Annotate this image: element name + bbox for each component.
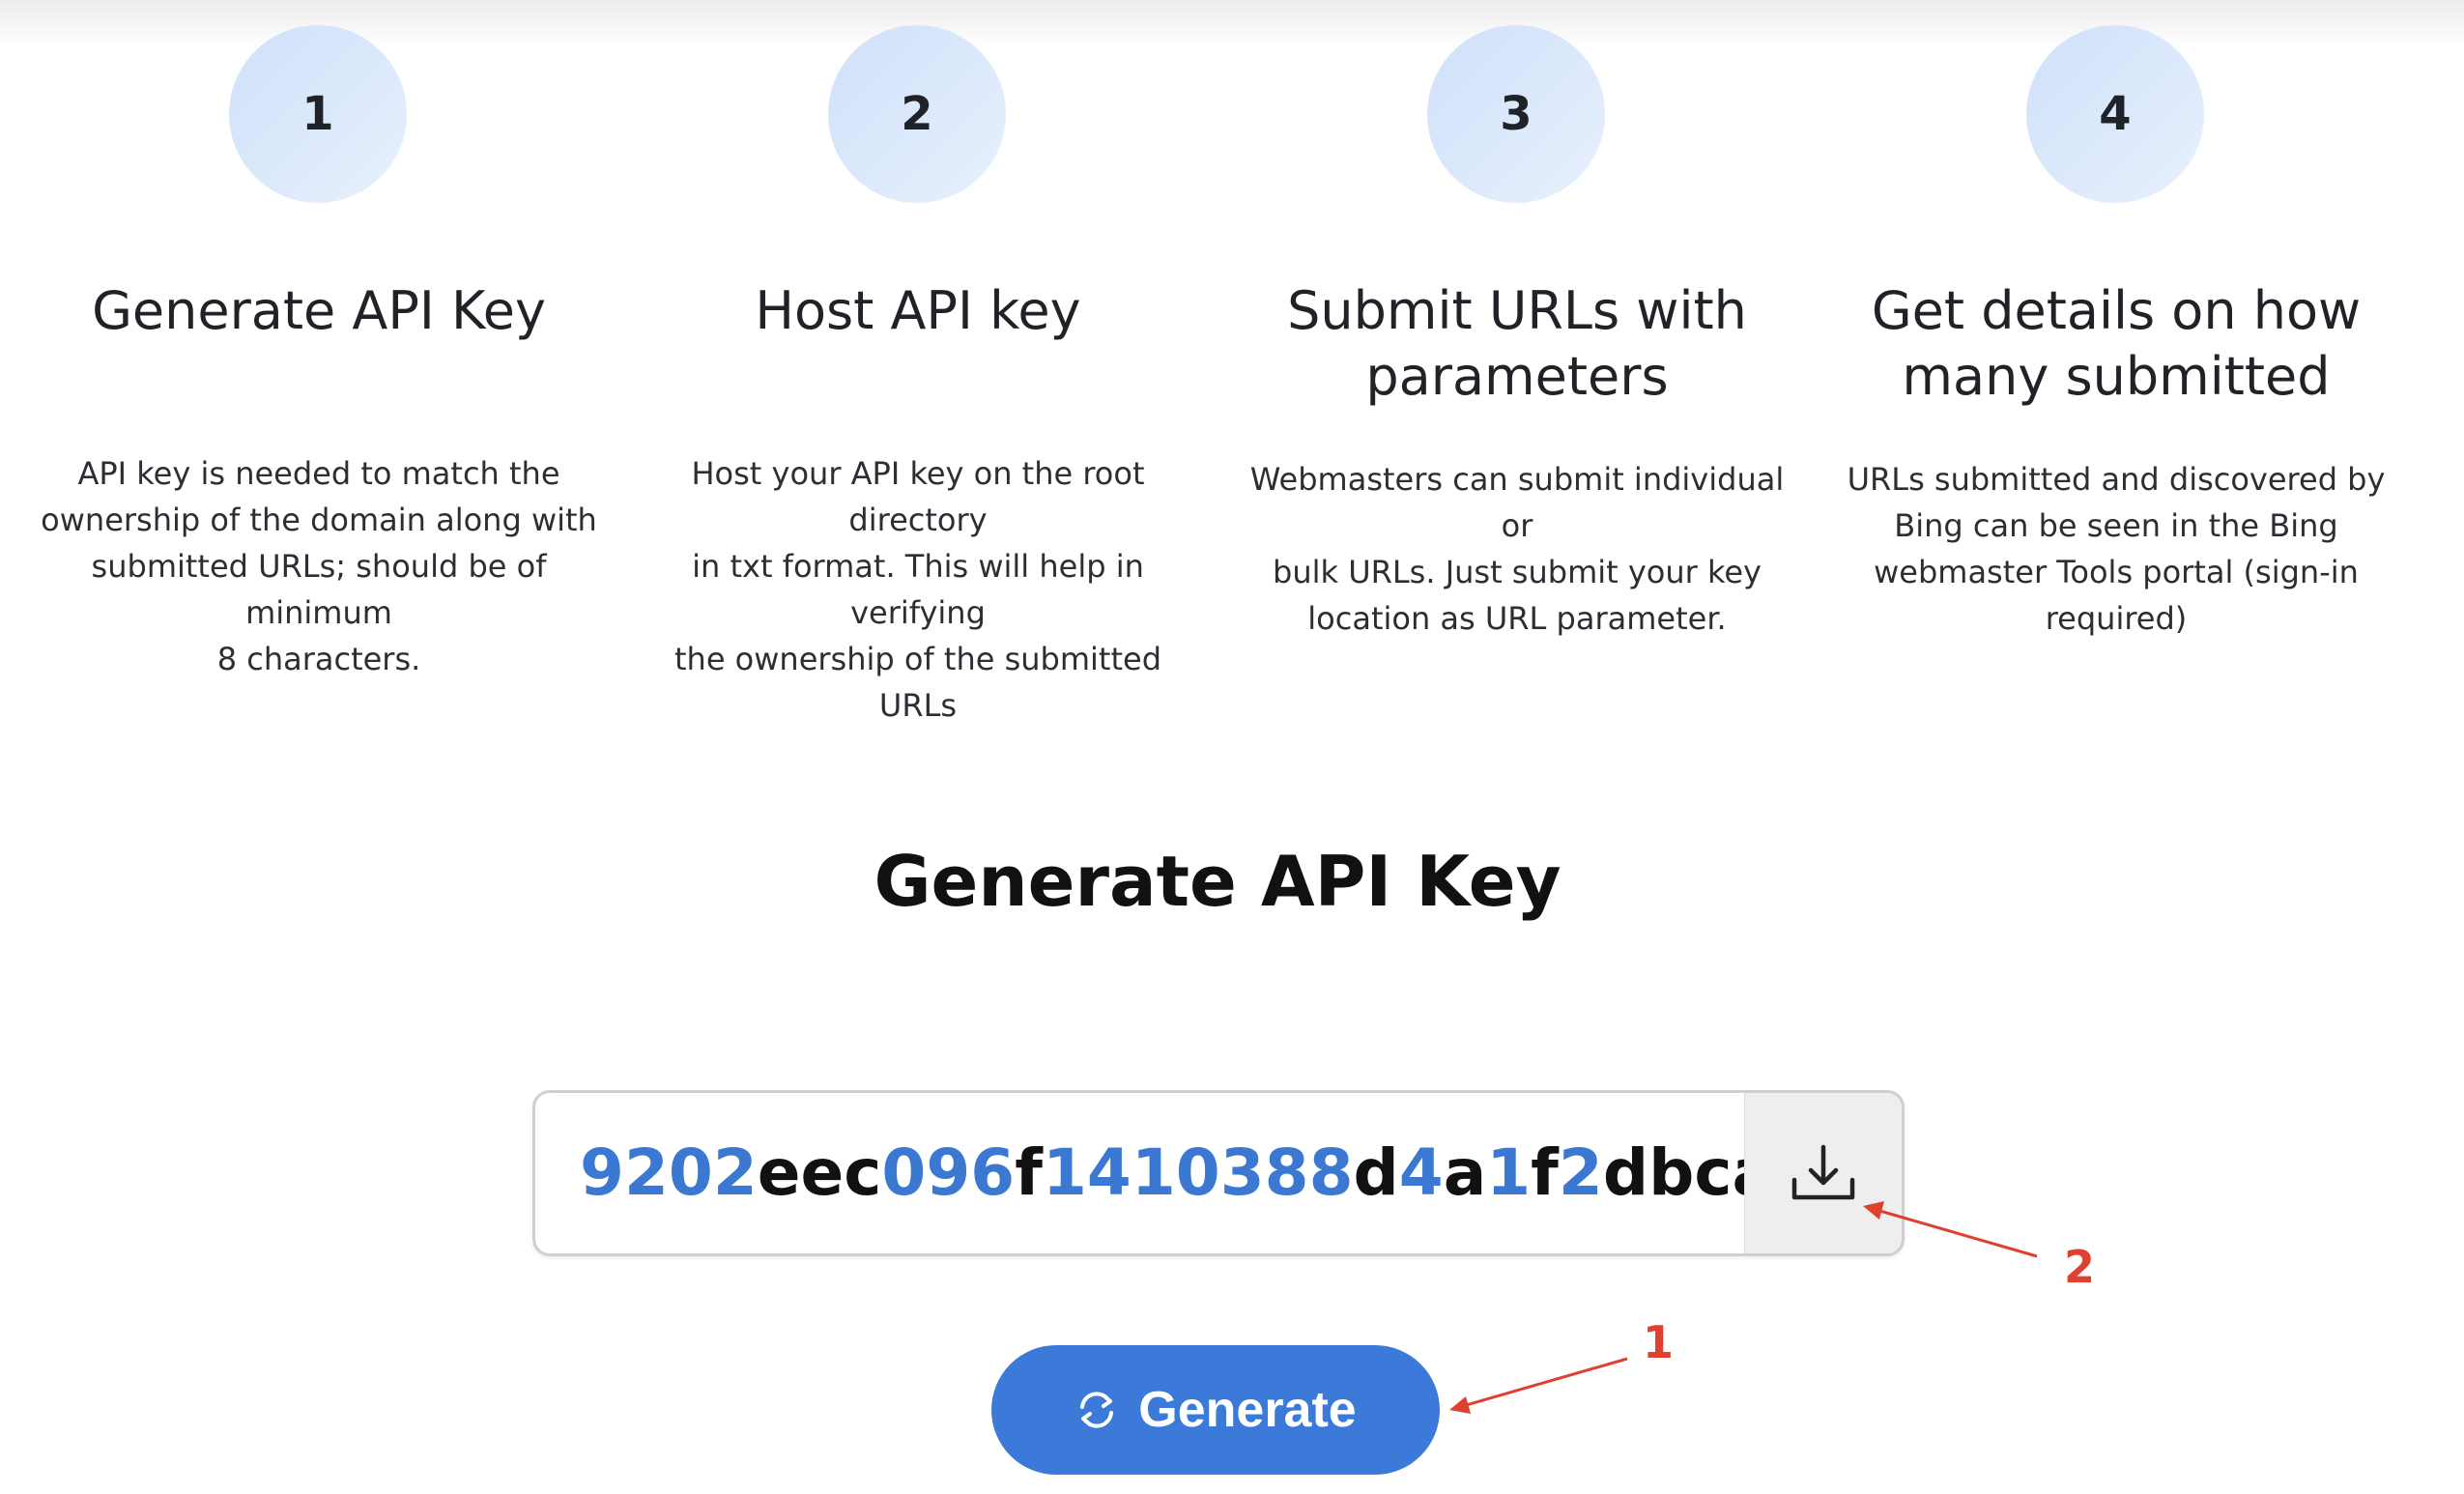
api-key-char: 4 bbox=[1398, 1135, 1444, 1210]
step-description-line: bulk URLs. Just submit your key bbox=[1273, 554, 1762, 590]
step-title-line: Host API key bbox=[755, 280, 1081, 341]
step-description-line: required) bbox=[2045, 600, 2188, 637]
api-key-char: 0 bbox=[1175, 1135, 1220, 1210]
step-title-line: many submitted bbox=[1902, 346, 2331, 407]
api-key-char: 8 bbox=[1264, 1135, 1309, 1210]
step-title: Host API key bbox=[618, 278, 1218, 344]
step-description: Host your API key on the root directory … bbox=[638, 450, 1198, 729]
step-number: 1 bbox=[301, 87, 334, 141]
api-key-char: 2 bbox=[1558, 1135, 1603, 1210]
step-description: Webmasters can submit individual or bulk… bbox=[1237, 456, 1797, 642]
api-key-char: 9 bbox=[580, 1135, 624, 1210]
api-key-char: 3 bbox=[1219, 1135, 1265, 1210]
step-title-line: Generate API Key bbox=[92, 280, 546, 341]
annotation-label-2: 2 bbox=[2064, 1241, 2096, 1293]
step-description-line: Webmasters can submit individual or bbox=[1249, 461, 1785, 544]
api-key-char: f bbox=[1015, 1135, 1043, 1210]
api-key-char: 2 bbox=[712, 1135, 758, 1210]
step-number: 4 bbox=[2099, 87, 2132, 141]
step-title: Get details on how many submitted bbox=[1817, 278, 2416, 410]
step-description-line: ownership of the domain along with bbox=[41, 502, 597, 538]
step-description-line: 8 characters. bbox=[216, 641, 421, 677]
step-title-line: Get details on how bbox=[1871, 280, 2362, 341]
step-description: API key is needed to match the ownership… bbox=[39, 450, 599, 682]
step-number-circle: 1 bbox=[229, 25, 407, 203]
api-key-char: 1 bbox=[1042, 1135, 1087, 1210]
step-description-line: webmaster Tools portal (sign-in bbox=[1874, 554, 2359, 590]
step-description-line: Bing can be seen in the Bing bbox=[1894, 507, 2338, 544]
api-key-char: 2 bbox=[623, 1135, 669, 1210]
step-title: Generate API Key bbox=[19, 278, 618, 344]
step-description: URLs submitted and discovered by Bing ca… bbox=[1836, 456, 2396, 642]
step-number-circle: 3 bbox=[1427, 25, 1605, 203]
step-description-line: submitted URLs; should be of minimum bbox=[91, 548, 547, 631]
api-key-char: c bbox=[1694, 1135, 1733, 1210]
step-description-line: the ownership of the submitted URLs bbox=[673, 641, 1161, 724]
api-key-field[interactable]: 9202eec096f1410388d4a1f2dbca2b9c bbox=[532, 1090, 1905, 1256]
step-description-line: location as URL parameter. bbox=[1307, 600, 1727, 637]
download-button[interactable] bbox=[1744, 1093, 1902, 1253]
api-key-char: 4 bbox=[1086, 1135, 1132, 1210]
api-key-char: 1 bbox=[1486, 1135, 1532, 1210]
api-key-char: e bbox=[800, 1135, 845, 1210]
api-key-char: e bbox=[757, 1135, 801, 1210]
api-key-value[interactable]: 9202eec096f1410388d4a1f2dbca2b9c bbox=[580, 1093, 1902, 1253]
download-icon bbox=[1791, 1144, 1855, 1200]
step-description-line: Host your API key on the root directory bbox=[691, 455, 1145, 538]
api-key-char: 6 bbox=[970, 1135, 1016, 1210]
generate-button-label: Generate bbox=[1138, 1382, 1357, 1438]
step-description-line: API key is needed to match the bbox=[77, 455, 560, 492]
annotation-label-1: 1 bbox=[1643, 1316, 1675, 1368]
step-title: Submit URLs with parameters bbox=[1218, 278, 1817, 410]
api-key-char: f bbox=[1531, 1135, 1559, 1210]
api-key-char: 0 bbox=[881, 1135, 927, 1210]
api-key-char: c bbox=[844, 1135, 882, 1210]
step-number-circle: 2 bbox=[828, 25, 1006, 203]
api-key-char: 0 bbox=[668, 1135, 713, 1210]
api-key-char: 1 bbox=[1131, 1135, 1176, 1210]
api-key-char: d bbox=[1602, 1135, 1649, 1210]
step-title-line: parameters bbox=[1365, 346, 1669, 407]
annotation-arrowhead-1 bbox=[1449, 1396, 1471, 1414]
api-key-char: d bbox=[1353, 1135, 1399, 1210]
step-number: 3 bbox=[1500, 87, 1533, 141]
api-key-char: b bbox=[1648, 1135, 1695, 1210]
step-number-circle: 4 bbox=[2026, 25, 2204, 203]
generator-title: Generate API Key bbox=[874, 841, 1561, 922]
api-key-char: 9 bbox=[926, 1135, 971, 1210]
annotation-arrow-1 bbox=[1462, 1357, 1628, 1408]
step-description-line: in txt format. This will help in verifyi… bbox=[692, 548, 1144, 631]
refresh-icon bbox=[1074, 1388, 1119, 1432]
generate-button[interactable]: Generate bbox=[991, 1345, 1440, 1475]
api-key-char: a bbox=[1443, 1135, 1487, 1210]
step-description-line: URLs submitted and discovered by bbox=[1847, 461, 2386, 498]
step-number: 2 bbox=[901, 87, 933, 141]
api-key-char: 8 bbox=[1308, 1135, 1354, 1210]
step-title-line: Submit URLs with bbox=[1287, 280, 1747, 341]
